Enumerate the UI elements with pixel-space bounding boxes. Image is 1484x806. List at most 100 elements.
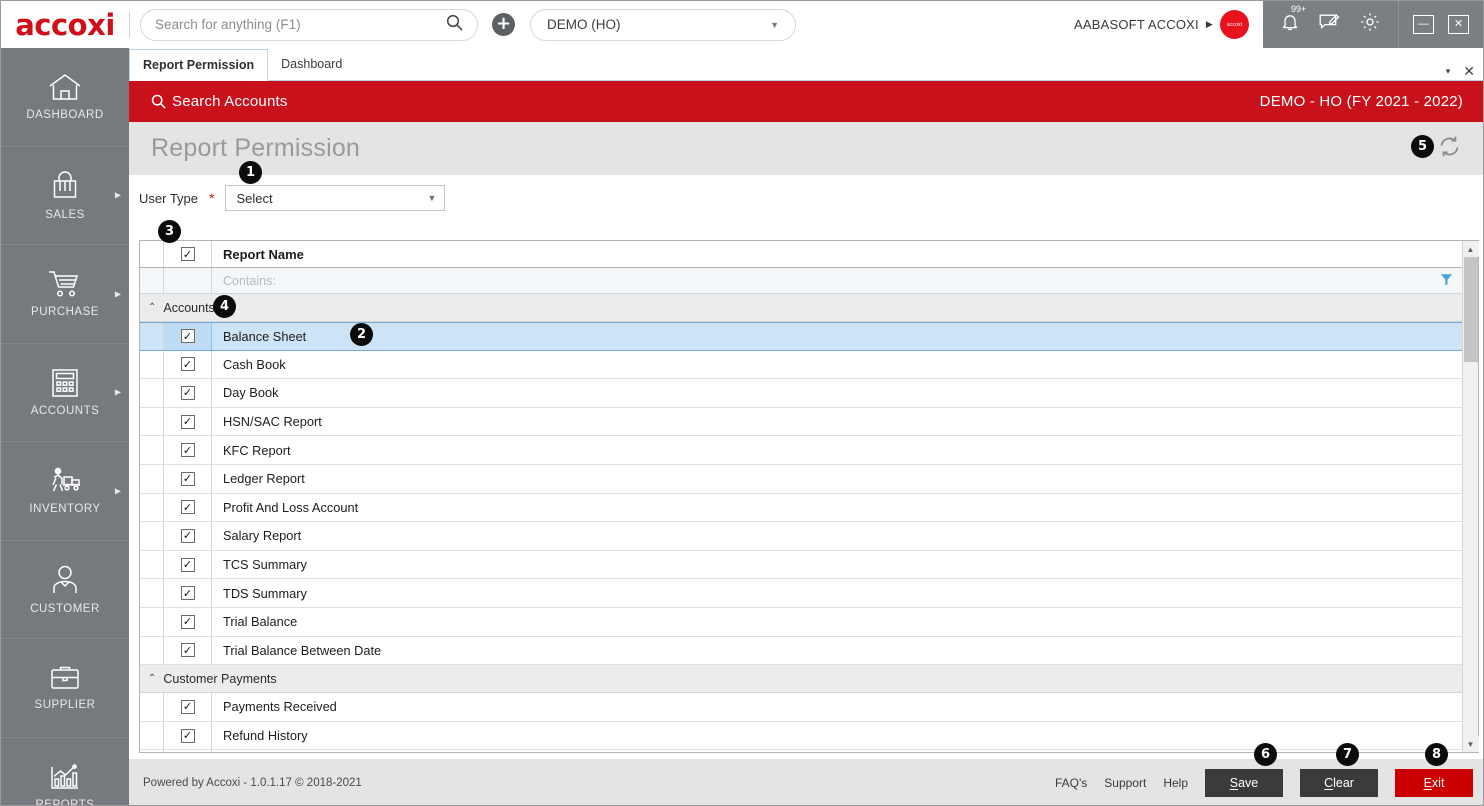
table-row[interactable]: ✓ TDS Summary	[140, 579, 1462, 608]
filter-report-name-cell[interactable]: Contains:	[212, 273, 1462, 289]
table-row[interactable]: ✓ Payments Received	[140, 693, 1462, 722]
filter-funnel-icon[interactable]	[1440, 273, 1453, 289]
row-checkbox[interactable]: ✓	[181, 643, 195, 657]
row-checkbox-cell[interactable]: ✓	[164, 436, 212, 464]
message-icon[interactable]	[1319, 13, 1340, 36]
row-checkbox-cell[interactable]: ✓	[164, 608, 212, 636]
company-selector[interactable]: DEMO (HO) ▼	[530, 9, 796, 41]
table-row[interactable]: ✓ HSN/SAC Report	[140, 408, 1462, 437]
row-checkbox[interactable]: ✓	[181, 357, 195, 371]
select-all-checkbox-cell[interactable]: ✓	[164, 241, 212, 267]
add-new-button[interactable]: +	[492, 13, 515, 36]
footer-link-help[interactable]: Help	[1163, 776, 1188, 790]
sidebar-item-dashboard[interactable]: DASHBOARD	[1, 48, 129, 147]
global-search[interactable]	[140, 9, 478, 41]
grid-indent-cell	[140, 241, 164, 267]
calculator-icon	[49, 368, 81, 398]
search-accounts-button[interactable]: Search Accounts	[151, 93, 288, 110]
sidebar-item-supplier[interactable]: SUPPLIER	[1, 639, 129, 738]
row-checkbox-cell[interactable]: ✓	[164, 323, 212, 350]
grid-vertical-scrollbar[interactable]: ▲ ▼	[1462, 241, 1478, 752]
user-menu[interactable]: AABASOFT ACCOXI ▶ accoxi	[1074, 10, 1263, 39]
row-checkbox[interactable]: ✓	[181, 329, 195, 343]
clear-button[interactable]: Clear	[1300, 769, 1378, 797]
row-checkbox[interactable]: ✓	[181, 586, 195, 600]
report-permission-grid: ✓ Report Name Contains:	[139, 240, 1479, 753]
table-row[interactable]: ✓ Day Book	[140, 379, 1462, 408]
row-checkbox[interactable]: ✓	[181, 472, 195, 486]
scroll-up-icon[interactable]: ▲	[1463, 241, 1479, 257]
collapse-chevron-up-icon[interactable]: ⌃	[148, 302, 156, 313]
scrollbar-track[interactable]	[1463, 257, 1479, 736]
sidebar-item-accounts[interactable]: ACCOUNTS ▶	[1, 344, 129, 443]
filter-placeholder: Contains:	[223, 274, 276, 288]
row-checkbox[interactable]: ✓	[181, 615, 195, 629]
row-checkbox[interactable]: ✓	[181, 415, 195, 429]
row-checkbox-cell[interactable]: ✓	[164, 693, 212, 721]
table-row[interactable]: ✓ Profit And Loss Account	[140, 494, 1462, 523]
save-button[interactable]: Save	[1205, 769, 1283, 797]
row-indent-cell	[140, 323, 164, 350]
chevron-right-icon: ▶	[115, 191, 121, 200]
refresh-icon[interactable]	[1436, 133, 1463, 165]
group-row-customer-payments[interactable]: ⌃ Customer Payments	[140, 665, 1462, 693]
row-checkbox-cell[interactable]: ✓	[164, 522, 212, 550]
row-checkbox[interactable]: ✓	[181, 700, 195, 714]
table-row[interactable]: ✓ KFC Report	[140, 436, 1462, 465]
row-report-name: Day Book	[212, 385, 1462, 400]
row-checkbox[interactable]: ✓	[181, 558, 195, 572]
row-indent-cell	[140, 465, 164, 493]
sidebar-item-inventory[interactable]: INVENTORY ▶	[1, 442, 129, 541]
row-checkbox-cell[interactable]: ✓	[164, 637, 212, 665]
sidebar-item-reports[interactable]: REPORTS	[1, 738, 129, 806]
search-icon[interactable]	[446, 14, 463, 35]
sidebar-item-purchase[interactable]: PURCHASE ▶	[1, 245, 129, 344]
table-row[interactable]: ✓ Trial Balance	[140, 608, 1462, 637]
row-checkbox[interactable]: ✓	[181, 386, 195, 400]
column-header-report-name[interactable]: Report Name	[212, 247, 1462, 262]
sidebar-item-customer[interactable]: CUSTOMER	[1, 541, 129, 640]
search-input[interactable]	[155, 17, 446, 32]
table-row[interactable]: ✓ Trial Balance Between Date	[140, 637, 1462, 666]
table-row[interactable]: ✓ Salary Report	[140, 522, 1462, 551]
row-checkbox-cell[interactable]: ✓	[164, 551, 212, 579]
row-checkbox-cell[interactable]: ✓	[164, 351, 212, 379]
scroll-down-icon[interactable]: ▼	[1463, 736, 1479, 752]
row-checkbox-cell[interactable]	[164, 750, 212, 752]
gear-icon[interactable]	[1360, 12, 1380, 37]
table-row[interactable]: ✓ Ledger Report	[140, 465, 1462, 494]
callout-badge-2: 2	[350, 323, 373, 346]
avatar[interactable]: accoxi	[1220, 10, 1249, 39]
row-checkbox[interactable]: ✓	[181, 529, 195, 543]
tab-list-chevron-down-icon[interactable]: ▾	[1446, 66, 1451, 77]
row-checkbox-cell[interactable]: ✓	[164, 408, 212, 436]
footer-link-faqs[interactable]: FAQ's	[1055, 776, 1087, 790]
window-controls: — ✕	[1398, 1, 1484, 48]
group-row-accounts[interactable]: ⌃ Accounts	[140, 294, 1462, 322]
sidebar-item-sales[interactable]: SALES ▶	[1, 147, 129, 246]
row-checkbox-cell[interactable]: ✓	[164, 379, 212, 407]
table-row[interactable]: ✓ TCS Summary	[140, 551, 1462, 580]
tab-report-permission[interactable]: Report Permission	[129, 49, 268, 81]
select-all-checkbox[interactable]: ✓	[181, 247, 195, 261]
chevron-right-icon: ▶	[115, 289, 121, 298]
collapse-chevron-up-icon[interactable]: ⌃	[148, 673, 156, 684]
row-checkbox-cell[interactable]: ✓	[164, 579, 212, 607]
tab-dashboard[interactable]: Dashboard	[268, 48, 355, 80]
table-row[interactable]: ✓ Cash Book	[140, 351, 1462, 380]
exit-button[interactable]: Exit	[1395, 769, 1473, 797]
row-checkbox-cell[interactable]: ✓	[164, 494, 212, 522]
bell-icon[interactable]: 99+	[1281, 13, 1299, 37]
row-checkbox[interactable]: ✓	[181, 443, 195, 457]
scrollbar-thumb[interactable]	[1464, 257, 1478, 362]
row-checkbox[interactable]: ✓	[181, 500, 195, 514]
table-row[interactable]: ✓ Balance Sheet	[140, 322, 1462, 351]
row-checkbox-cell[interactable]: ✓	[164, 722, 212, 750]
row-checkbox[interactable]: ✓	[181, 729, 195, 743]
user-type-select[interactable]: Select ▼	[225, 185, 445, 211]
minimize-icon[interactable]: —	[1413, 15, 1434, 34]
close-icon[interactable]: ✕	[1448, 15, 1469, 34]
row-checkbox-cell[interactable]: ✓	[164, 465, 212, 493]
footer-link-support[interactable]: Support	[1104, 776, 1146, 790]
tab-close-icon[interactable]: ✕	[1463, 63, 1475, 80]
